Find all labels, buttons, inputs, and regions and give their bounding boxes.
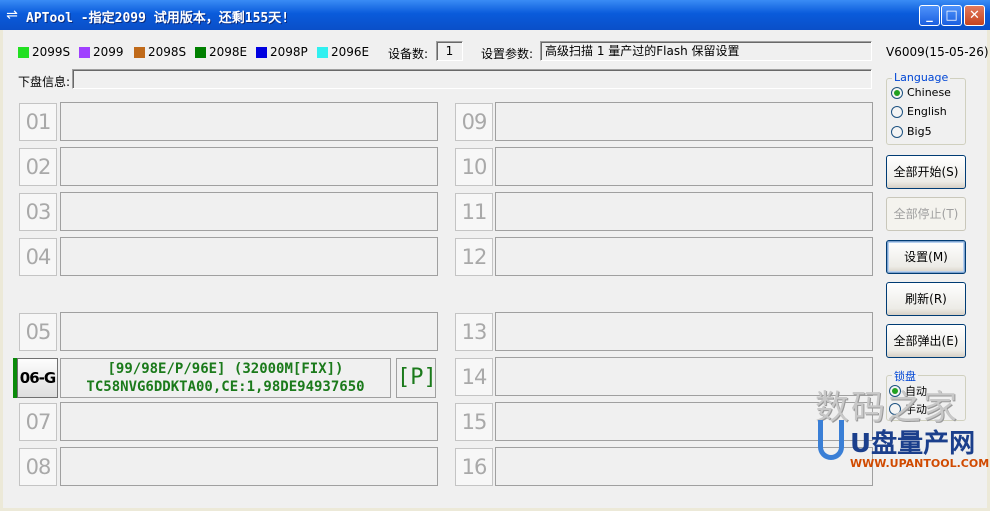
slot-number: 07 <box>19 403 57 441</box>
slot-02[interactable]: 02 <box>19 148 57 186</box>
slot-number: 08 <box>19 448 57 486</box>
slot-11[interactable]: 11 <box>455 193 493 231</box>
radio-label: English <box>907 105 947 118</box>
legend-label: 2098S <box>148 45 187 59</box>
slot-number: 09 <box>455 103 493 141</box>
legend-swatch <box>256 46 267 58</box>
close-button[interactable]: ✕ <box>964 5 985 26</box>
legend-2098p: 2098P <box>256 45 308 59</box>
slot-07[interactable]: 07 <box>19 403 57 441</box>
slot-12[interactable]: 12 <box>455 238 493 276</box>
app-window: ⇌ APTool -指定2099 试用版本，还剩155天! _ □ ✕ 2099… <box>0 0 990 511</box>
slot-11-info <box>495 192 873 231</box>
slot-10[interactable]: 10 <box>455 148 493 186</box>
eject-all-button[interactable]: 全部弹出(E) <box>886 324 966 358</box>
radio-indicator <box>891 86 903 99</box>
slot-05-info <box>60 312 438 351</box>
language-group-title: Language <box>892 71 951 84</box>
disk-info-label: 下盘信息: <box>18 75 71 89</box>
slot-02-info <box>60 147 438 186</box>
slot-10-info <box>495 147 873 186</box>
slot-13[interactable]: 13 <box>455 313 493 351</box>
legend-label: 2098E <box>209 45 248 59</box>
legend-label: 2099S <box>32 45 71 59</box>
legend-2096e: 2096E <box>317 45 369 59</box>
stop-all-button[interactable]: 全部停止(T) <box>886 197 966 231</box>
refresh-button[interactable]: 刷新(R) <box>886 282 966 316</box>
language-big5-radio[interactable]: Big5 <box>891 125 932 138</box>
legend-label: 2096E <box>331 45 370 59</box>
legend-label: 2099 <box>93 45 124 59</box>
language-chinese-radio[interactable]: Chinese <box>891 86 951 99</box>
legend-2098s: 2098S <box>134 45 186 59</box>
disk-info-field <box>72 69 872 89</box>
slot-06-info: [99/98E/P/96E] (32000M[FIX]) TC58NVG6DDK… <box>60 358 391 398</box>
radio-label: Chinese <box>907 86 951 99</box>
slot-number: 13 <box>455 313 493 351</box>
slot-03[interactable]: 03 <box>19 193 57 231</box>
settings-field: 高级扫描 1 量产过的Flash 保留设置 <box>540 41 872 61</box>
start-all-button[interactable]: 全部开始(S) <box>886 155 966 189</box>
slot-09-info <box>495 102 873 141</box>
slot-number: 15 <box>455 403 493 441</box>
watermark-url: WWW.UPANTOOL.COM <box>850 457 990 470</box>
slot-number: 10 <box>455 148 493 186</box>
watermark: 数码之家 U盘量产网 WWW.UPANTOOL.COM <box>810 380 990 511</box>
watermark-brand: U盘量产网 <box>850 429 976 459</box>
device-count-label: 设备数: <box>388 47 429 61</box>
legend-swatch <box>134 46 145 58</box>
title-bar[interactable]: ⇌ APTool -指定2099 试用版本，还剩155天! _ □ ✕ <box>0 0 990 30</box>
radio-indicator <box>891 125 903 138</box>
slot-08[interactable]: 08 <box>19 448 57 486</box>
legend-2099: 2099 <box>79 45 124 59</box>
legend-2099s: 2099S <box>18 45 70 59</box>
slot-01-info <box>60 102 438 141</box>
slot-04-info <box>60 237 438 276</box>
slot-03-info <box>60 192 438 231</box>
slot-06-info-line1: [99/98E/P/96E] (32000M[FIX]) <box>107 361 344 377</box>
slot-12-info <box>495 237 873 276</box>
slot-number: 03 <box>19 193 57 231</box>
maximize-button[interactable]: □ <box>941 5 962 26</box>
slot-number: 04 <box>19 238 57 276</box>
slot-01[interactable]: 01 <box>19 103 57 141</box>
legend-swatch <box>79 46 90 58</box>
slot-number: 11 <box>455 193 493 231</box>
slot-number: 14 <box>455 358 493 396</box>
legend-2098e: 2098E <box>195 45 247 59</box>
slot-14[interactable]: 14 <box>455 358 493 396</box>
language-english-radio[interactable]: English <box>891 105 947 118</box>
radio-label: Big5 <box>907 125 932 138</box>
slot-number: 05 <box>19 313 57 351</box>
slot-09[interactable]: 09 <box>455 103 493 141</box>
slot-number: 16 <box>455 448 493 486</box>
radio-indicator <box>891 105 903 118</box>
slot-05[interactable]: 05 <box>19 313 57 351</box>
slot-number: 01 <box>19 103 57 141</box>
settings-button[interactable]: 设置(M) <box>886 240 966 274</box>
watermark-logo-icon <box>818 420 844 460</box>
slot-16[interactable]: 16 <box>455 448 493 486</box>
legend-swatch <box>317 46 328 58</box>
minimize-button[interactable]: _ <box>919 5 940 26</box>
legend-swatch <box>18 46 29 58</box>
legend-swatch <box>195 46 206 58</box>
slot-number: 12 <box>455 238 493 276</box>
slot-15[interactable]: 15 <box>455 403 493 441</box>
legend-label: 2098P <box>270 45 308 59</box>
slot-07-info <box>60 402 438 441</box>
slot-06-g[interactable]: 06-G <box>17 358 58 398</box>
slot-04[interactable]: 04 <box>19 238 57 276</box>
version-label: V6009(15-05-26) <box>886 45 989 59</box>
slot-number: 02 <box>19 148 57 186</box>
window-title: APTool -指定2099 试用版本，还剩155天! <box>26 11 290 26</box>
device-count-field: 1 <box>436 41 463 61</box>
settings-label: 设置参数: <box>481 47 534 61</box>
slot-06-badge: [P] <box>396 358 437 398</box>
slot-08-info <box>60 447 438 486</box>
slot-06-info-line2: TC58NVG6DDKTA00,CE:1,98DE94937650 <box>86 379 365 395</box>
usb-icon: ⇌ <box>6 7 18 23</box>
slot-13-info <box>495 312 873 351</box>
